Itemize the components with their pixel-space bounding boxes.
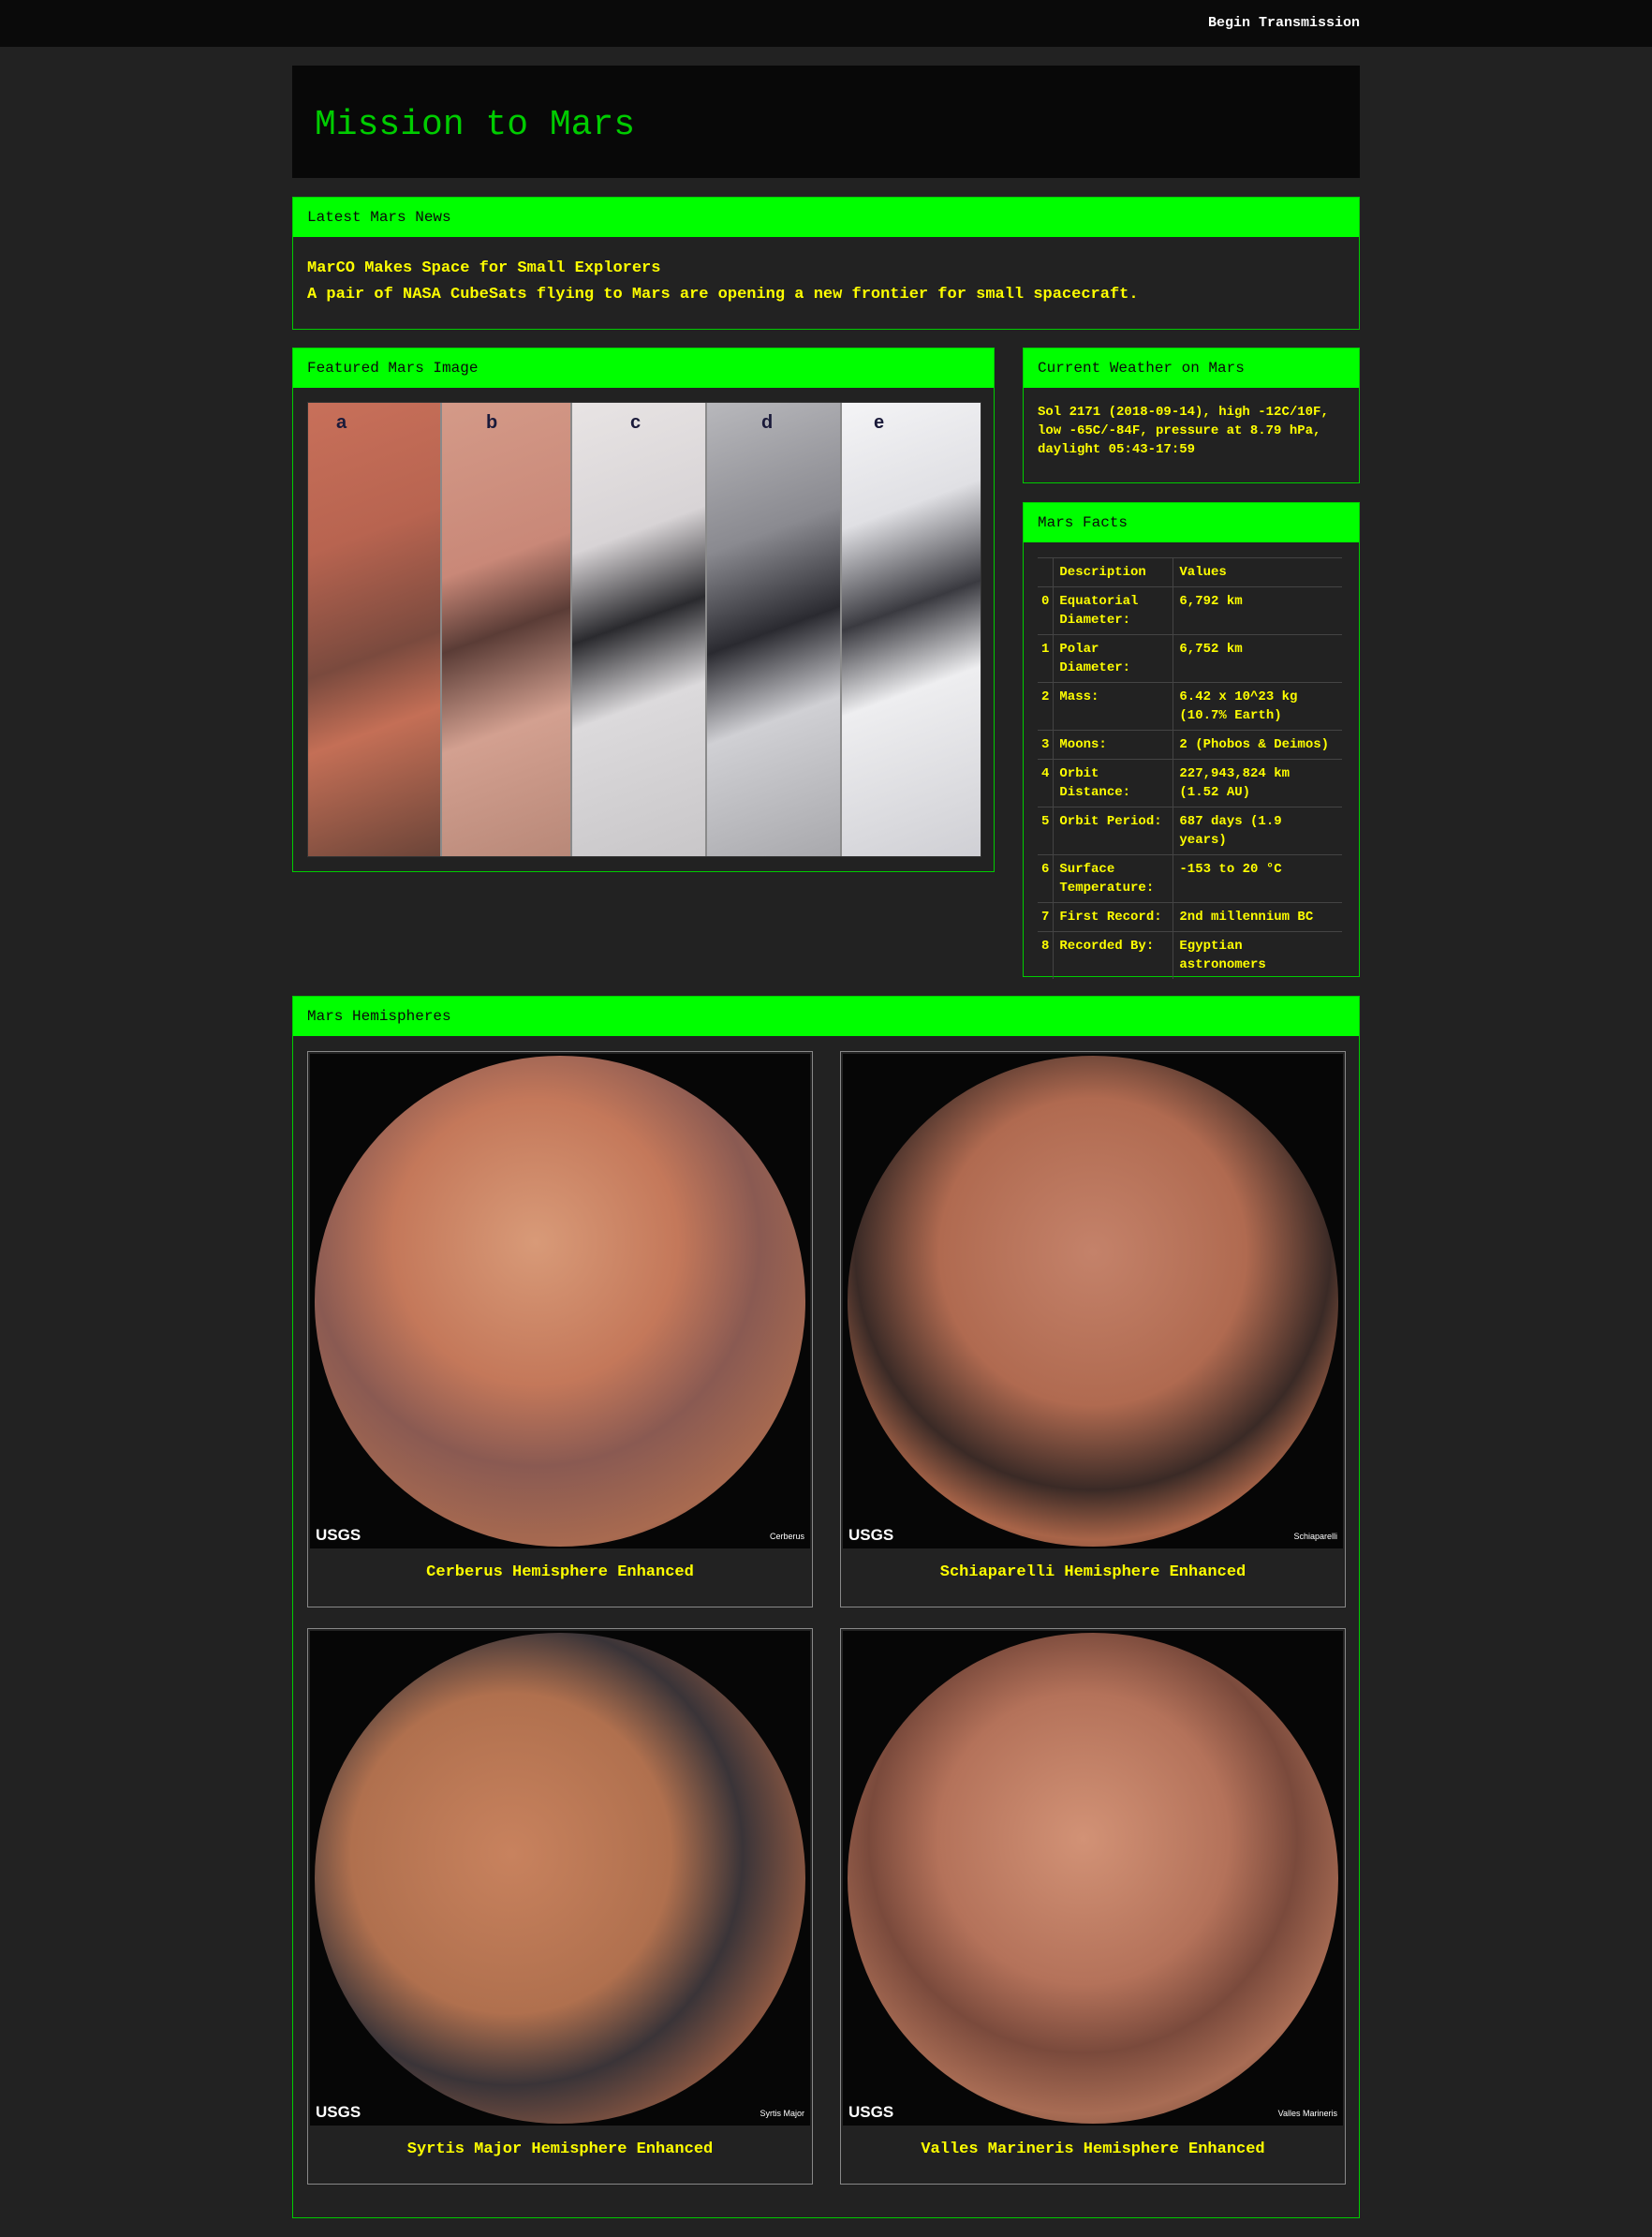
facts-row: 3 Moons: 2 (Phobos & Deimos)	[1038, 730, 1342, 760]
facts-row-description: First Record:	[1053, 902, 1174, 932]
facts-row: 8 Recorded By: Egyptian astronomers	[1038, 931, 1342, 979]
hemisphere-title[interactable]: Cerberus Hemisphere Enhanced	[308, 1563, 812, 1581]
facts-row-description: Polar Diameter:	[1053, 634, 1174, 683]
hemisphere-card[interactable]: USGS Schiaparelli Schiaparelli Hemispher…	[840, 1051, 1346, 1607]
facts-row-description: Equatorial Diameter:	[1053, 586, 1174, 635]
facts-row-index: 6	[1038, 854, 1055, 903]
usgs-logo: USGS	[848, 2103, 894, 2121]
panel-label-d: d	[761, 412, 774, 433]
facts-row-index: 2	[1038, 682, 1055, 731]
hemisphere-image[interactable]: USGS Valles Marineris	[843, 1631, 1343, 2126]
news-panel: Latest Mars News MarCO Makes Space for S…	[292, 197, 1360, 330]
facts-col-description: Description	[1053, 557, 1174, 587]
hemisphere-card[interactable]: USGS Syrtis Major Syrtis Major Hemispher…	[307, 1628, 813, 2185]
panel-label-e: e	[874, 412, 885, 433]
hemispheres-panel: Mars Hemispheres USGS Cerberus Cerberus …	[292, 996, 1360, 2218]
facts-panel: Mars Facts Description Values 0 Equatoria…	[1023, 502, 1360, 979]
featured-image-panel: Featured Mars Image a b c d e	[292, 348, 995, 872]
news-heading: Latest Mars News	[293, 198, 1359, 237]
hemispheres-heading: Mars Hemispheres	[293, 997, 1359, 1036]
facts-row-value: 6.42 x 10^23 kg (10.7% Earth)	[1173, 682, 1342, 731]
featured-image-heading: Featured Mars Image	[293, 348, 994, 388]
usgs-logo: USGS	[316, 2103, 361, 2121]
facts-row: 7 First Record: 2nd millennium BC	[1038, 902, 1342, 932]
facts-row-description: Mass:	[1053, 682, 1174, 731]
facts-row-description: Recorded By:	[1053, 931, 1174, 979]
facts-row-description: Surface Temperature:	[1053, 854, 1174, 903]
facts-row-index: 5	[1038, 807, 1055, 855]
facts-row-description: Moons:	[1053, 730, 1174, 760]
image-tag: Schiaparelli	[1293, 1532, 1337, 1541]
facts-row: 5 Orbit Period: 687 days (1.9 years)	[1038, 807, 1342, 855]
hemisphere-image[interactable]: USGS Cerberus	[310, 1054, 810, 1548]
facts-row-value: -153 to 20 °C	[1173, 854, 1342, 903]
facts-row: 0 Equatorial Diameter: 6,792 km	[1038, 586, 1342, 635]
facts-row-value: 2nd millennium BC	[1173, 902, 1342, 932]
panel-label-c: c	[630, 412, 642, 433]
facts-row-description: Orbit Distance:	[1053, 759, 1174, 807]
image-tag: Syrtis Major	[760, 2109, 804, 2118]
facts-row-value: Egyptian astronomers	[1173, 931, 1342, 979]
facts-row: 6 Surface Temperature: -153 to 20 °C	[1038, 854, 1342, 903]
facts-col-values: Values	[1173, 557, 1342, 587]
page-title: Mission to Mars	[315, 105, 636, 145]
image-tag: Valles Marineris	[1277, 2109, 1337, 2118]
image-tag: Cerberus	[769, 1532, 804, 1541]
facts-heading: Mars Facts	[1024, 503, 1359, 542]
hemisphere-title[interactable]: Valles Marineris Hemisphere Enhanced	[841, 2141, 1345, 2158]
facts-row-index: 0	[1038, 586, 1055, 635]
facts-row: 1 Polar Diameter: 6,752 km	[1038, 634, 1342, 683]
usgs-logo: USGS	[848, 1526, 894, 1544]
facts-table: Description Values 0 Equatorial Diameter:…	[1038, 557, 1342, 979]
panel-label-b: b	[486, 412, 498, 433]
hemisphere-image[interactable]: USGS Schiaparelli	[843, 1054, 1343, 1548]
hemisphere-card[interactable]: USGS Cerberus Cerberus Hemisphere Enhanc…	[307, 1051, 813, 1607]
facts-row-index: 1	[1038, 634, 1055, 683]
navbar: Begin Transmission	[0, 0, 1652, 47]
facts-row-value: 6,792 km	[1173, 586, 1342, 635]
news-teaser: A pair of NASA CubeSats flying to Mars a…	[307, 286, 1139, 304]
facts-row-index: 4	[1038, 759, 1055, 807]
facts-row-value: 6,752 km	[1173, 634, 1342, 683]
facts-row-index: 7	[1038, 902, 1055, 932]
hemisphere-title[interactable]: Schiaparelli Hemisphere Enhanced	[841, 1563, 1345, 1581]
hemisphere-image[interactable]: USGS Syrtis Major	[310, 1631, 810, 2126]
facts-row-value: 227,943,824 km (1.52 AU)	[1173, 759, 1342, 807]
weather-report: Sol 2171 (2018-09-14), high -12C/10F, lo…	[1038, 405, 1329, 457]
facts-row: 4 Orbit Distance: 227,943,824 km (1.52 AU)	[1038, 759, 1342, 807]
hemisphere-title[interactable]: Syrtis Major Hemisphere Enhanced	[308, 2141, 812, 2158]
news-title: MarCO Makes Space for Small Explorers	[307, 259, 661, 277]
facts-row-index: 3	[1038, 730, 1055, 760]
facts-row-description: Orbit Period:	[1053, 807, 1174, 855]
panel-label-a: a	[336, 412, 347, 433]
usgs-logo: USGS	[316, 1526, 361, 1544]
jumbotron: Mission to Mars	[292, 66, 1360, 178]
weather-heading: Current Weather on Mars	[1024, 348, 1359, 388]
facts-row: 2 Mass: 6.42 x 10^23 kg (10.7% Earth)	[1038, 682, 1342, 731]
hemisphere-card[interactable]: USGS Valles Marineris Valles Marineris H…	[840, 1628, 1346, 2185]
facts-row-index: 8	[1038, 931, 1055, 979]
facts-row-value: 2 (Phobos & Deimos)	[1173, 730, 1342, 760]
begin-transmission-link[interactable]: Begin Transmission	[1208, 15, 1360, 31]
facts-row-value: 687 days (1.9 years)	[1173, 807, 1342, 855]
featured-mars-image[interactable]: a b c d e	[307, 402, 981, 857]
weather-panel: Current Weather on Mars Sol 2171 (2018-0…	[1023, 348, 1360, 483]
